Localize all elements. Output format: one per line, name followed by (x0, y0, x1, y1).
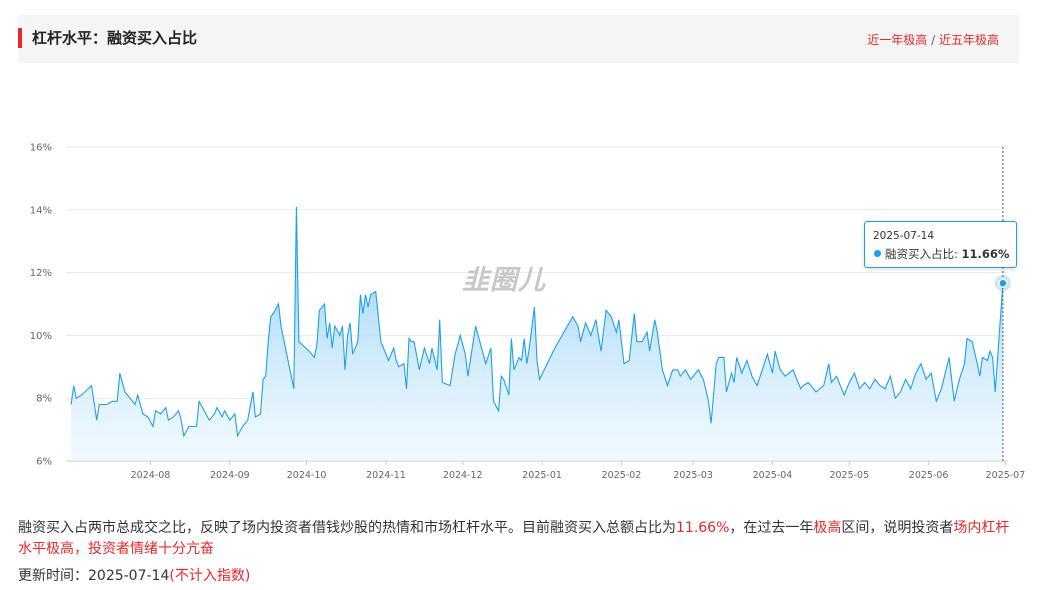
watermark-logo: 韭圈儿 (462, 265, 546, 296)
update-label: 更新时间：2025-07-14 (18, 568, 170, 584)
x-tick-label: 2025-07 (986, 470, 1026, 481)
x-tick-label: 2025-02 (602, 470, 642, 481)
y-tick-label: 6% (36, 457, 52, 468)
update-time: 更新时间：2025-07-14(不计入指数) (18, 565, 250, 585)
description-text: 融资买入占两市总成交之比，反映了场内投资者借钱炒股的热情和市场杠杆水平。目前融资… (18, 518, 1018, 560)
tooltip-date: 2025-07-14 (873, 230, 935, 242)
tooltip-series: 融资买入占比: 11.66% (885, 246, 1009, 262)
y-tick-label: 10% (30, 331, 52, 342)
y-tick-label: 12% (30, 268, 52, 279)
chart-tooltip: 2025-07-14 融资买入占比: 11.66% (864, 221, 1017, 268)
y-tick-label: 16% (30, 143, 52, 154)
x-tick-label: 2025-03 (673, 470, 713, 481)
y-tick-label: 14% (30, 205, 52, 216)
panel-title: 杠杆水平：融资买入占比 (32, 29, 198, 47)
margin-ratio-chart[interactable]: 2024-08 2024-09 2024-10 2024-11 2024-12 2025-… (0, 130, 1037, 490)
x-tick-label: 2025-01 (522, 470, 562, 481)
x-tick-label: 2024-11 (366, 470, 406, 481)
link-separator: / (931, 33, 936, 47)
header-accent-bar (18, 28, 22, 48)
desc-level: 极高 (813, 520, 842, 536)
series-dot-icon (874, 250, 881, 257)
tooltip-label: 融资买入占比: (885, 247, 958, 261)
x-tick-label: 2024-09 (210, 470, 250, 481)
x-tick-label: 2024-08 (131, 470, 171, 481)
desc-part-1: 融资买入占两市总成交之比，反映了场内投资者借钱炒股的热情和市场杠杆水平。目前融资… (18, 520, 676, 536)
x-tick-label: 2025-06 (909, 470, 949, 481)
link-five-year[interactable]: 近五年极高 (939, 33, 999, 47)
highlight-point (998, 278, 1008, 289)
desc-part-3: 区间，说明投资者 (841, 520, 954, 536)
desc-current-value: 11.66% (676, 520, 730, 536)
panel-header: 杠杆水平：融资买入占比 近一年极高 / 近五年极高 (18, 15, 1019, 63)
x-tick-label: 2025-05 (829, 470, 869, 481)
x-tick-label: 2024-10 (287, 470, 327, 481)
y-tick-label: 8% (36, 394, 52, 405)
desc-part-2: ，在过去一年 (729, 520, 814, 536)
tooltip-value: 11.66% (961, 247, 1010, 261)
x-tick-label: 2025-04 (753, 470, 793, 481)
x-tick-label: 2024-12 (443, 470, 483, 481)
link-one-year[interactable]: 近一年极高 (867, 33, 927, 47)
level-links: 近一年极高 / 近五年极高 (867, 31, 999, 48)
update-note: (不计入指数) (169, 568, 251, 584)
